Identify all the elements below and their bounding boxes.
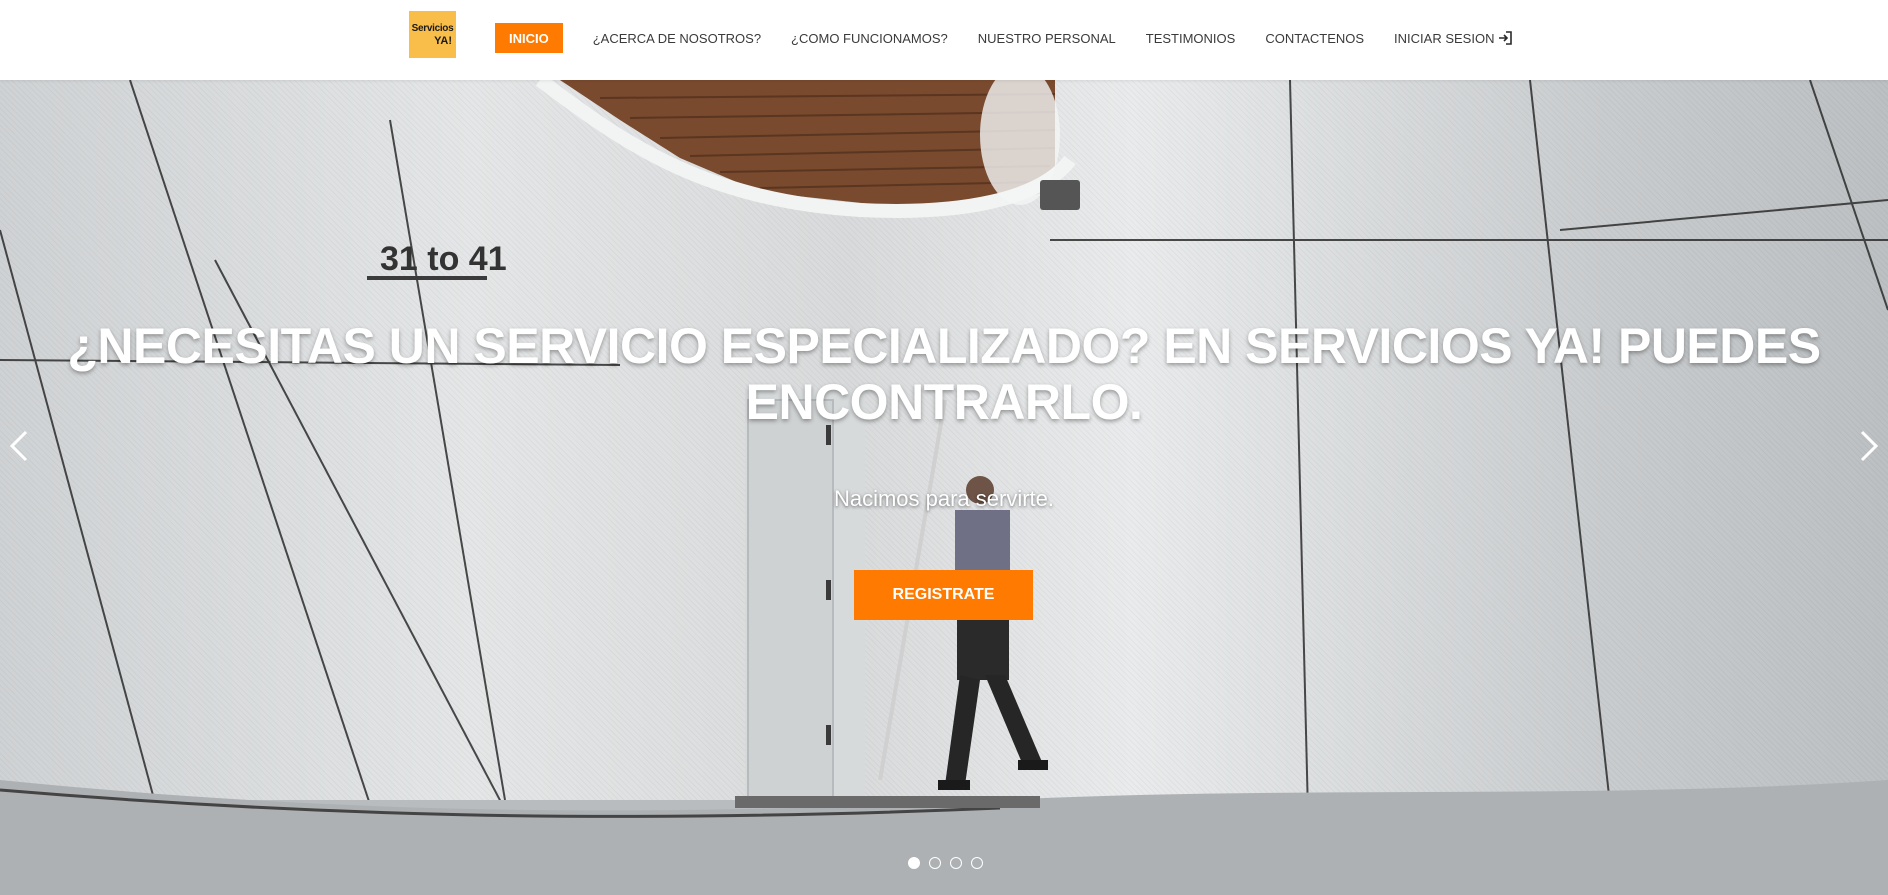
hero-title-line2: ENCONTRARLO.	[745, 373, 1143, 430]
chevron-left-icon	[9, 430, 28, 462]
carousel-dot-1[interactable]	[908, 857, 920, 869]
hero-title: ¿NECESITAS UN SERVICIO ESPECIALIZADO? EN…	[60, 318, 1828, 430]
carousel-dot-3[interactable]	[950, 857, 962, 869]
carousel-prev-button[interactable]	[6, 426, 36, 466]
nav-item-inicio[interactable]: INICIO	[495, 23, 563, 53]
nav-item-iniciar-sesion-label: INICIAR SESION	[1394, 30, 1495, 46]
nav-item-iniciar-sesion[interactable]: INICIAR SESION	[1394, 31, 1513, 46]
hero-subtitle: Nacimos para servirte.	[833, 486, 1055, 511]
carousel-dot-2[interactable]	[929, 857, 941, 869]
logo-text-line2: YA!	[434, 34, 452, 47]
hero-carousel: 31 to 41 ¿NECESITAS UN SERVICIO ESPECIAL…	[0, 80, 1888, 895]
carousel-indicators	[908, 857, 992, 869]
carousel-dot-4[interactable]	[971, 857, 983, 869]
nav-item-como-funcionamos[interactable]: ¿COMO FUNCIONAMOS?	[791, 31, 948, 46]
site-header: Servicios YA! INICIO ¿ACERCA DE NOSOTROS…	[0, 0, 1888, 80]
nav-item-testimonios[interactable]: TESTIMONIOS	[1146, 31, 1236, 46]
nav-item-acerca[interactable]: ¿ACERCA DE NOSOTROS?	[593, 31, 761, 46]
nav-item-contactenos[interactable]: CONTACTENOS	[1265, 31, 1364, 46]
register-button[interactable]: REGISTRATE	[854, 570, 1033, 620]
svg-text:31 to 41: 31 to 41	[380, 240, 507, 278]
main-nav: INICIO ¿ACERCA DE NOSOTROS? ¿COMO FUNCIO…	[495, 23, 1543, 53]
chevron-right-icon	[1860, 430, 1879, 462]
hero-title-line1: ¿NECESITAS UN SERVICIO ESPECIALIZADO? EN…	[67, 317, 1821, 374]
login-icon	[1498, 31, 1513, 45]
nav-item-nuestro-personal[interactable]: NUESTRO PERSONAL	[978, 31, 1116, 46]
logo-text-line1: Servicios	[411, 22, 454, 34]
brand-logo[interactable]: Servicios YA!	[409, 11, 456, 58]
carousel-next-button[interactable]	[1852, 426, 1882, 466]
